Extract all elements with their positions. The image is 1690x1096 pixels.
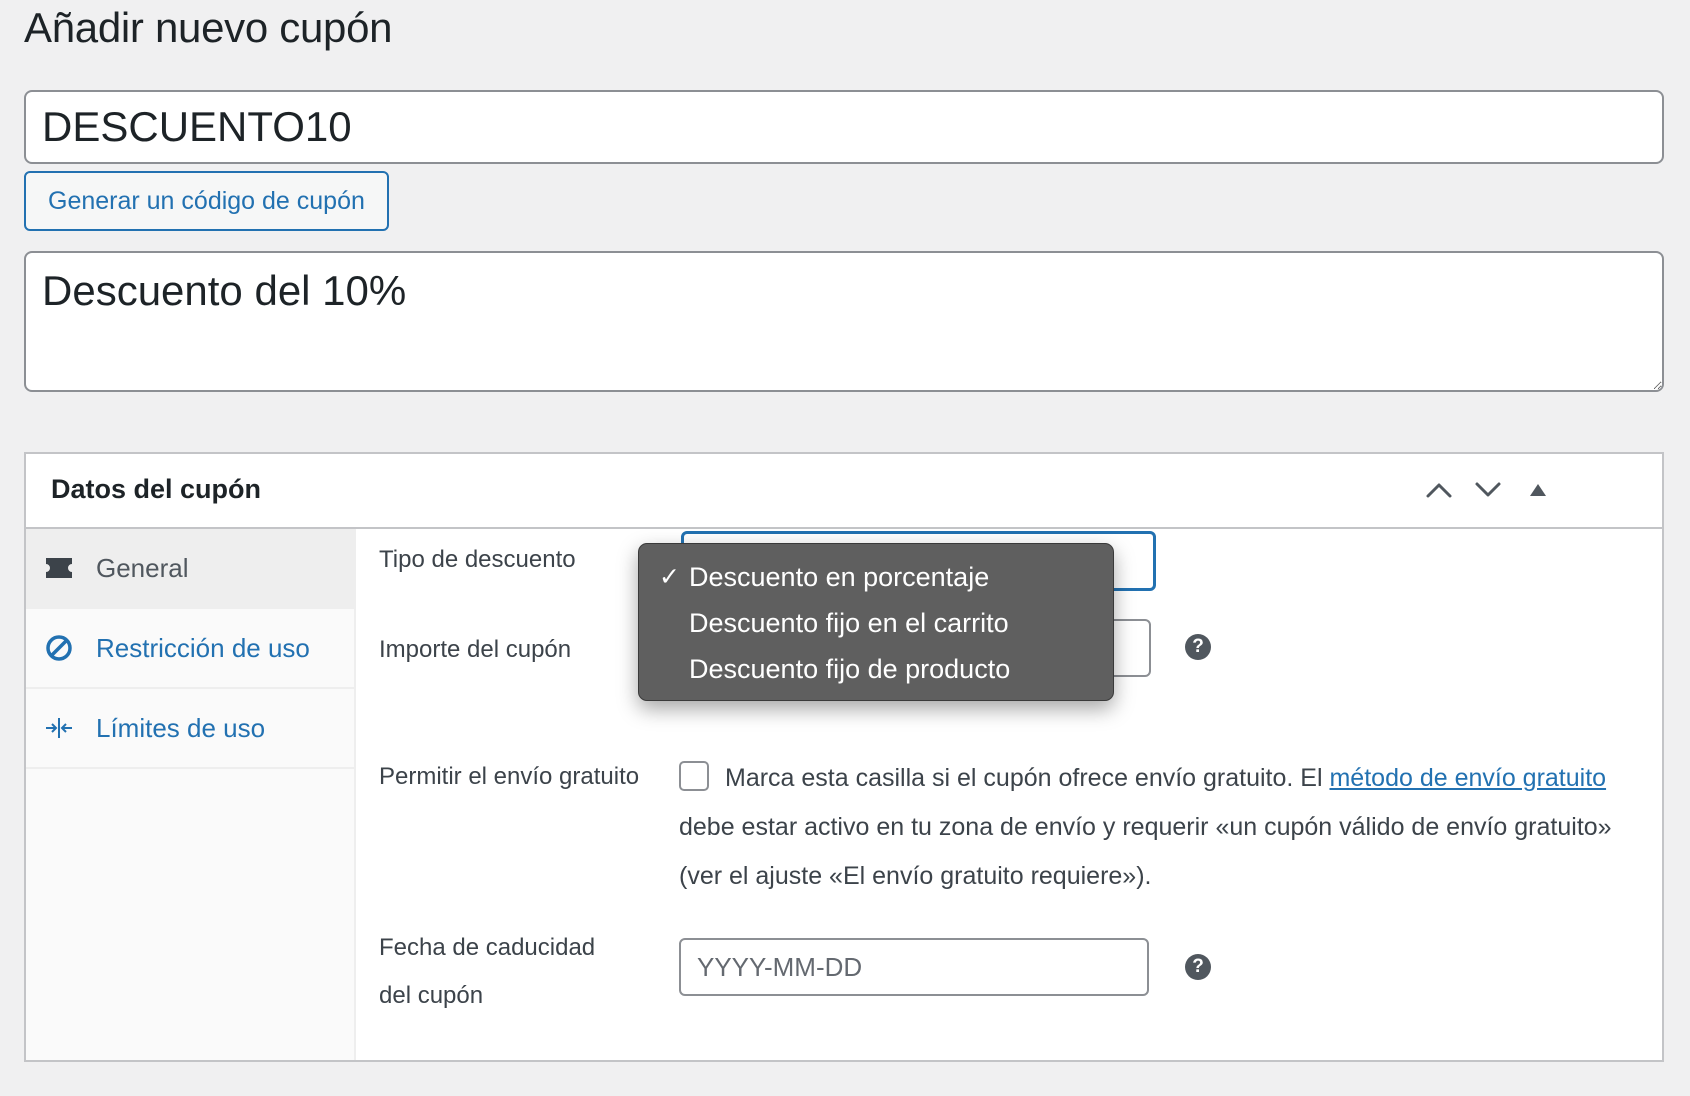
coupon-code-input[interactable] [24,90,1664,164]
free-shipping-label: Permitir el envío gratuito [379,763,640,790]
coupon-amount-label: Importe del cupón [379,636,572,663]
free-shipping-method-link[interactable]: método de envío gratuito [1329,764,1606,792]
panel-title: Datos del cupón [51,474,262,504]
free-shipping-text-before: Marca esta casilla si el cupón ofrece en… [725,764,1323,792]
expiry-label-line2: del cupón [379,982,484,1009]
prohibited-icon [44,633,74,663]
discount-type-label: Tipo de descuento [379,546,576,573]
panel-header: Datos del cupón [26,454,1662,529]
coupon-tabs: General Restricción de uso Límites de us… [26,529,356,1060]
option-label: Descuento fijo en el carrito [689,607,1009,638]
dropdown-option-percent[interactable]: ✓ Descuento en porcentaje [639,554,1113,600]
dropdown-option-fixed-cart[interactable]: Descuento fijo en el carrito [639,600,1113,646]
free-shipping-description: Marca esta casilla si el cupón ofrece en… [679,754,1619,901]
ticket-icon [44,553,74,583]
help-icon[interactable]: ? [1185,954,1211,980]
chevron-up-icon [1426,483,1452,498]
page-title: Añadir nuevo cupón [24,4,393,51]
toggle-panel-button[interactable] [1518,470,1558,510]
expiry-date-input[interactable] [679,938,1149,996]
tab-label: Restricción de uso [96,632,310,663]
arrows-in-icon [44,713,74,743]
option-label: Descuento en porcentaje [689,561,990,592]
coupon-description-textarea[interactable]: Descuento del 10% [24,251,1664,392]
tab-label: Límites de uso [96,712,266,743]
move-up-button[interactable] [1419,470,1459,510]
dropdown-option-fixed-product[interactable]: Descuento fijo de producto [639,646,1113,692]
option-label: Descuento fijo de producto [689,653,1011,684]
expiry-date-label: Fecha de caducidad del cupón [379,924,595,1020]
caret-up-icon [1530,484,1546,496]
free-shipping-text-after: debe estar activo en tu zona de envío y … [679,813,1612,890]
checkmark-icon: ✓ [659,563,680,591]
generate-coupon-code-button[interactable]: Generar un código de cupón [24,171,389,231]
tab-label: General [96,552,189,583]
tab-usage-limits[interactable]: Límites de uso [26,689,354,769]
help-icon[interactable]: ? [1185,634,1211,660]
discount-type-dropdown: ✓ Descuento en porcentaje Descuento fijo… [638,543,1114,701]
move-down-button[interactable] [1468,470,1508,510]
tab-general[interactable]: General [26,529,354,609]
chevron-down-icon [1475,482,1501,497]
expiry-label-line1: Fecha de caducidad [379,934,596,961]
tab-usage-restriction[interactable]: Restricción de uso [26,609,354,689]
